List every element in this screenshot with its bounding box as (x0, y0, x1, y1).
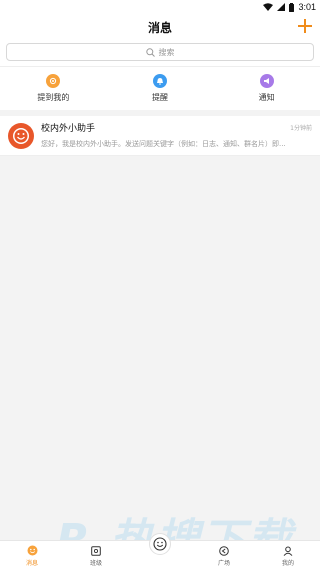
battery-icon (289, 2, 295, 12)
message-sender: 校内外小助手 (41, 123, 96, 134)
message-preview: 您好，我是校内外小助手。发送问题关键字（例如：日志、通知、群名片）即... (41, 139, 286, 148)
add-button[interactable] (296, 17, 314, 35)
message-time: 1分钟前 (290, 124, 312, 132)
bell-icon (153, 74, 167, 88)
page-title: 消息 (147, 20, 172, 35)
square-icon (219, 546, 229, 556)
tab-mine[interactable]: 我的 (256, 541, 320, 569)
quick-mentions-label: 提到我的 (37, 93, 70, 102)
wifi-icon (263, 3, 274, 11)
tab-square[interactable]: 广场 (192, 541, 256, 569)
header: 消息 (0, 14, 320, 40)
tab-class[interactable]: 班级 (64, 541, 128, 569)
bottom-nav: 消息 班级 广场 我的 (0, 533, 320, 569)
plus-icon (298, 19, 312, 33)
quick-notices[interactable]: 通知 (213, 67, 320, 110)
smile-center-icon (153, 537, 167, 551)
smile-face-icon (13, 127, 29, 144)
tab-class-label: 班级 (89, 560, 102, 567)
search-icon (145, 47, 155, 57)
quick-actions: 提到我的 提醒 通知 (0, 66, 320, 110)
quick-mentions[interactable]: 提到我的 (0, 67, 107, 110)
search-input[interactable]: 搜索 (6, 43, 314, 61)
quick-notices-label: 通知 (258, 93, 275, 102)
message-body: 校内外小助手 您好，我是校内外小助手。发送问题关键字（例如：日志、通知、群名片）… (41, 123, 312, 149)
tab-messages[interactable]: 消息 (0, 541, 64, 569)
class-icon (91, 546, 101, 556)
center-button[interactable] (149, 533, 171, 555)
tab-square-label: 广场 (217, 560, 230, 567)
search-placeholder: 搜索 (158, 47, 175, 57)
quick-reminders[interactable]: 提醒 (107, 67, 214, 110)
quick-reminders-label: 提醒 (152, 93, 168, 102)
avatar (8, 122, 34, 149)
tab-mine-label: 我的 (281, 560, 294, 567)
status-bar: 3:01 (0, 0, 320, 14)
chat-face-icon (27, 545, 37, 556)
tab-messages-label: 消息 (25, 560, 38, 567)
user-icon (283, 546, 293, 556)
status-time: 3:01 (298, 2, 316, 12)
search-bar: 搜索 (0, 40, 320, 66)
signal-icon (277, 3, 286, 11)
list-item[interactable]: 校内外小助手 您好，我是校内外小助手。发送问题关键字（例如：日志、通知、群名片）… (0, 116, 320, 156)
at-icon (46, 74, 61, 88)
tab-center[interactable] (128, 533, 192, 569)
megaphone-icon (259, 74, 274, 88)
